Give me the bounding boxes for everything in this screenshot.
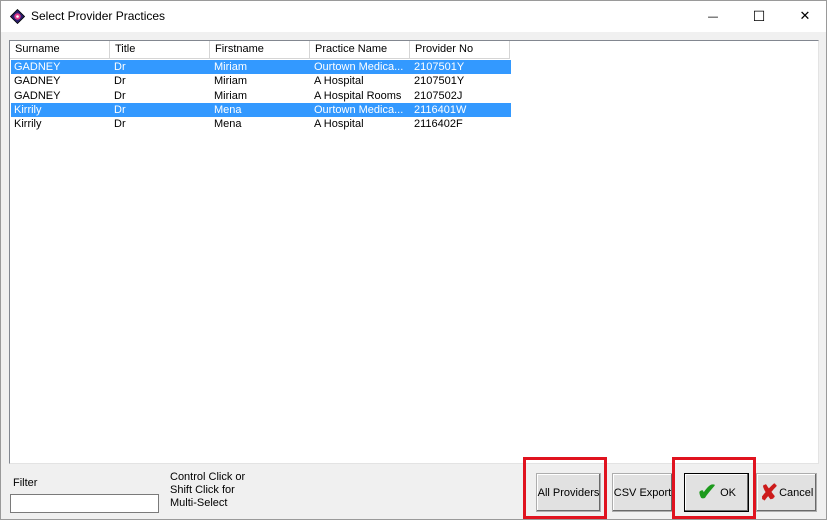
column-header-provider-no[interactable]: Provider No xyxy=(410,41,510,59)
cell-firstname: Miriam xyxy=(214,89,247,102)
multi-select-hint: Control Click or Shift Click for Multi-S… xyxy=(170,471,246,509)
cell-title: Dr xyxy=(114,89,126,102)
minimize-button[interactable]: — xyxy=(690,1,736,32)
cell-practice-name: A Hospital Rooms xyxy=(314,89,402,102)
cell-title: Dr xyxy=(114,75,126,88)
all-providers-label: All Providers xyxy=(537,486,600,499)
filter-label: Filter xyxy=(13,477,38,489)
csv-export-button[interactable]: CSV Export xyxy=(612,473,673,512)
close-button[interactable]: ✕ xyxy=(782,1,827,32)
cell-title: Dr xyxy=(114,61,126,73)
title-bar[interactable]: Select Provider Practices — ☐ ✕ xyxy=(1,1,826,32)
cancel-button[interactable]: ✘ Cancel xyxy=(756,473,817,512)
all-providers-button[interactable]: All Providers xyxy=(536,473,601,512)
close-icon: ✕ xyxy=(799,9,811,24)
table-row[interactable]: GADNEY Dr Miriam A Hospital Rooms 2107502J xyxy=(11,89,511,103)
cell-firstname: Mena xyxy=(214,103,242,116)
cell-practice-name: A Hospital xyxy=(314,75,364,88)
cell-provider-no: 2107502J xyxy=(414,89,463,102)
cell-provider-no: 2107501Y xyxy=(414,75,465,88)
column-header-title[interactable]: Title xyxy=(110,41,210,59)
cell-firstname: Mena xyxy=(214,118,242,131)
maximize-button[interactable]: ☐ xyxy=(736,1,782,32)
filter-input[interactable] xyxy=(10,494,159,513)
cell-practice-name: Ourtown Medica... xyxy=(314,103,404,116)
table-row[interactable]: GADNEY Dr Miriam A Hospital 2107501Y xyxy=(11,74,511,88)
column-header-practice-name[interactable]: Practice Name xyxy=(310,41,410,59)
x-icon: ✘ xyxy=(759,479,779,505)
column-header-firstname[interactable]: Firstname xyxy=(210,41,310,59)
cell-surname: GADNEY xyxy=(14,61,61,73)
minimize-icon: — xyxy=(707,10,719,23)
cell-firstname: Miriam xyxy=(214,61,247,73)
cell-provider-no: 2116401W xyxy=(414,103,467,116)
cell-surname: Kirrily xyxy=(14,103,42,116)
cell-title: Dr xyxy=(114,103,126,116)
list-rows: GADNEY Dr Miriam Ourtown Medica... 2107501Y G… xyxy=(11,60,511,131)
dialog-window: Select Provider Practices — ☐ ✕ Surname … xyxy=(0,0,827,520)
cell-surname: GADNEY xyxy=(14,89,61,102)
cell-provider-no: 2107501Y xyxy=(414,61,465,73)
csv-export-label: CSV Export xyxy=(613,486,672,499)
cell-surname: GADNEY xyxy=(14,75,61,88)
app-icon xyxy=(10,9,25,24)
cell-practice-name: Ourtown Medica... xyxy=(314,61,404,73)
ok-button[interactable]: ✔ OK xyxy=(684,473,749,512)
checkmark-icon: ✔ xyxy=(696,478,718,506)
column-header-surname[interactable]: Surname xyxy=(10,41,110,59)
cell-title: Dr xyxy=(114,118,126,131)
cancel-label: Cancel xyxy=(779,486,814,499)
cell-firstname: Miriam xyxy=(214,75,247,88)
window-title: Select Provider Practices xyxy=(31,9,166,23)
cell-provider-no: 2116402F xyxy=(414,118,463,131)
list-header: Surname Title Firstname Practice Name Pr… xyxy=(10,41,510,59)
table-row[interactable]: GADNEY Dr Miriam Ourtown Medica... 2107501Y xyxy=(11,60,511,75)
cell-surname: Kirrily xyxy=(14,118,42,131)
table-row[interactable]: Kirrily Dr Mena A Hospital 2116402F xyxy=(11,117,511,131)
table-row[interactable]: Kirrily Dr Mena Ourtown Medica... 2116401W xyxy=(11,102,511,118)
ok-label: OK xyxy=(720,486,736,499)
cell-practice-name: A Hospital xyxy=(314,118,364,131)
maximize-icon: ☐ xyxy=(752,8,766,25)
provider-practices-list[interactable]: Surname Title Firstname Practice Name Pr… xyxy=(9,40,819,464)
